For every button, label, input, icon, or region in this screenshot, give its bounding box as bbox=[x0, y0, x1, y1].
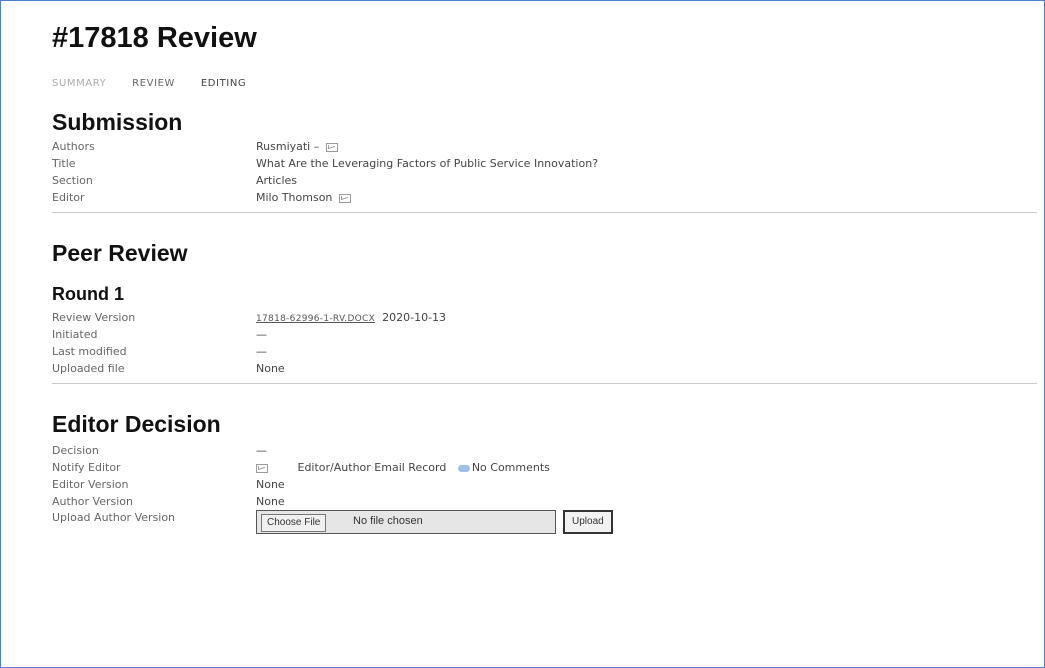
section-tabs: Summary Review Editing bbox=[52, 78, 1042, 94]
uploaded-file-label: Uploaded file bbox=[52, 362, 125, 375]
title-label: Title bbox=[52, 157, 76, 170]
editor-decision-heading: Editor Decision bbox=[52, 411, 221, 437]
file-input[interactable]: Choose File No file chosen bbox=[256, 510, 556, 534]
section-value: Articles bbox=[256, 174, 298, 187]
initiated-label: Initiated bbox=[52, 328, 98, 341]
email-record-link[interactable]: Editor/Author Email Record bbox=[298, 461, 447, 474]
choose-file-button[interactable]: Choose File bbox=[261, 514, 327, 532]
review-version-label: Review Version bbox=[52, 311, 136, 324]
editor-version-label: Editor Version bbox=[52, 478, 129, 491]
submission-heading: Submission bbox=[52, 109, 183, 135]
envelope-icon[interactable] bbox=[325, 142, 338, 152]
table-row: Decision — bbox=[52, 442, 613, 459]
table-row: Authors Rusmiyati – bbox=[52, 138, 598, 155]
editor-decision-section: Editor Decision Decision — Notify Editor… bbox=[52, 410, 1042, 538]
author-version-label: Author Version bbox=[52, 495, 133, 508]
tab-editing[interactable]: Editing bbox=[201, 78, 246, 89]
last-modified-label: Last modified bbox=[52, 345, 127, 358]
section-label: Section bbox=[52, 174, 93, 187]
author-name: Rusmiyati bbox=[256, 140, 311, 153]
review-version-date: 2020-10-13 bbox=[382, 311, 447, 324]
authors-label: Authors bbox=[52, 140, 95, 153]
author-version-value: None bbox=[256, 495, 285, 508]
page-title: #17818 Review bbox=[52, 22, 257, 54]
decision-value: — bbox=[256, 444, 267, 457]
section-divider bbox=[52, 383, 1037, 384]
peer-review-section: Peer Review Round 1 Review Version 17818… bbox=[52, 239, 1042, 377]
peer-review-table: Review Version 17818-62996-1-RV.DOCX 202… bbox=[52, 309, 446, 377]
envelope-icon[interactable] bbox=[338, 193, 351, 203]
table-row: Uploaded file None bbox=[52, 360, 446, 377]
no-file-chosen-text: No file chosen bbox=[353, 515, 423, 527]
table-row: Title What Are the Leveraging Factors of… bbox=[52, 155, 598, 172]
editor-decision-table: Decision — Notify Editor Editor/Author E… bbox=[52, 442, 613, 538]
submission-table: Authors Rusmiyati – Title What Are the L… bbox=[52, 138, 598, 206]
table-row: Editor Version None bbox=[52, 476, 613, 493]
envelope-icon[interactable] bbox=[256, 463, 268, 473]
last-modified-value: — bbox=[256, 345, 267, 358]
tab-summary[interactable]: Summary bbox=[52, 78, 106, 89]
initiated-value: — bbox=[256, 328, 267, 341]
notify-editor-label: Notify Editor bbox=[52, 461, 121, 474]
decision-label: Decision bbox=[52, 444, 99, 457]
editor-version-value: None bbox=[256, 478, 285, 491]
uploaded-file-value: None bbox=[256, 362, 285, 375]
upload-author-version-label: Upload Author Version bbox=[52, 511, 176, 524]
table-row: Review Version 17818-62996-1-RV.DOCX 202… bbox=[52, 309, 446, 326]
round-heading: Round 1 bbox=[52, 284, 124, 304]
submission-section: Submission Authors Rusmiyati – Title Wha… bbox=[52, 108, 1042, 206]
table-row: Notify Editor Editor/Author Email Record… bbox=[52, 459, 613, 476]
peer-review-heading: Peer Review bbox=[52, 240, 188, 266]
review-version-file-link[interactable]: 17818-62996-1-RV.DOCX bbox=[256, 314, 375, 324]
section-divider bbox=[52, 212, 1037, 213]
tab-review[interactable]: Review bbox=[132, 78, 175, 89]
main-content: #17818 Review Summary Review Editing Sub… bbox=[52, 20, 1042, 538]
comments-status[interactable]: No Comments bbox=[472, 461, 550, 474]
upload-button[interactable]: Upload bbox=[563, 510, 613, 534]
author-separator: – bbox=[310, 140, 320, 153]
table-row: Upload Author Version Choose File No fil… bbox=[52, 510, 613, 538]
comment-bubble-icon[interactable] bbox=[457, 464, 470, 472]
title-value: What Are the Leveraging Factors of Publi… bbox=[256, 157, 599, 170]
editor-label: Editor bbox=[52, 191, 85, 204]
table-row: Editor Milo Thomson bbox=[52, 189, 598, 206]
table-row: Last modified — bbox=[52, 343, 446, 360]
editor-name: Milo Thomson bbox=[256, 191, 333, 204]
table-row: Author Version None bbox=[52, 493, 613, 510]
table-row: Initiated — bbox=[52, 326, 446, 343]
table-row: Section Articles bbox=[52, 172, 598, 189]
